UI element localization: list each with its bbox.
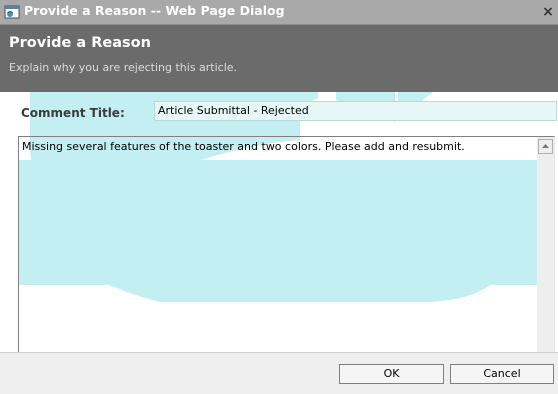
footer-divider [0, 352, 558, 353]
comment-title-input[interactable]: Article Submittal - Rejected [154, 101, 557, 121]
web-page-dialog-icon [4, 4, 20, 20]
title-bar[interactable]: Provide a Reason -- Web Page Dialog × [0, 0, 558, 25]
dialog-window: Provide a Reason -- Web Page Dialog × Pr… [0, 0, 558, 394]
comment-text: Missing several features of the toaster … [22, 140, 465, 153]
comment-title-label: Comment Title: [21, 106, 125, 120]
scroll-up-arrow-icon[interactable] [538, 139, 553, 154]
header-subtitle: Explain why you are rejecting this artic… [9, 61, 238, 74]
close-icon[interactable]: × [540, 4, 556, 20]
header-title: Provide a Reason [9, 35, 151, 51]
ok-button[interactable]: OK [339, 364, 444, 384]
dialog-header: Provide a Reason Explain why you are rej… [0, 25, 558, 92]
vertical-scrollbar[interactable] [537, 137, 554, 369]
cancel-button[interactable]: Cancel [450, 364, 554, 384]
window-title: Provide a Reason -- Web Page Dialog [24, 3, 285, 18]
comment-textarea[interactable]: Missing several features of the toaster … [18, 136, 555, 370]
